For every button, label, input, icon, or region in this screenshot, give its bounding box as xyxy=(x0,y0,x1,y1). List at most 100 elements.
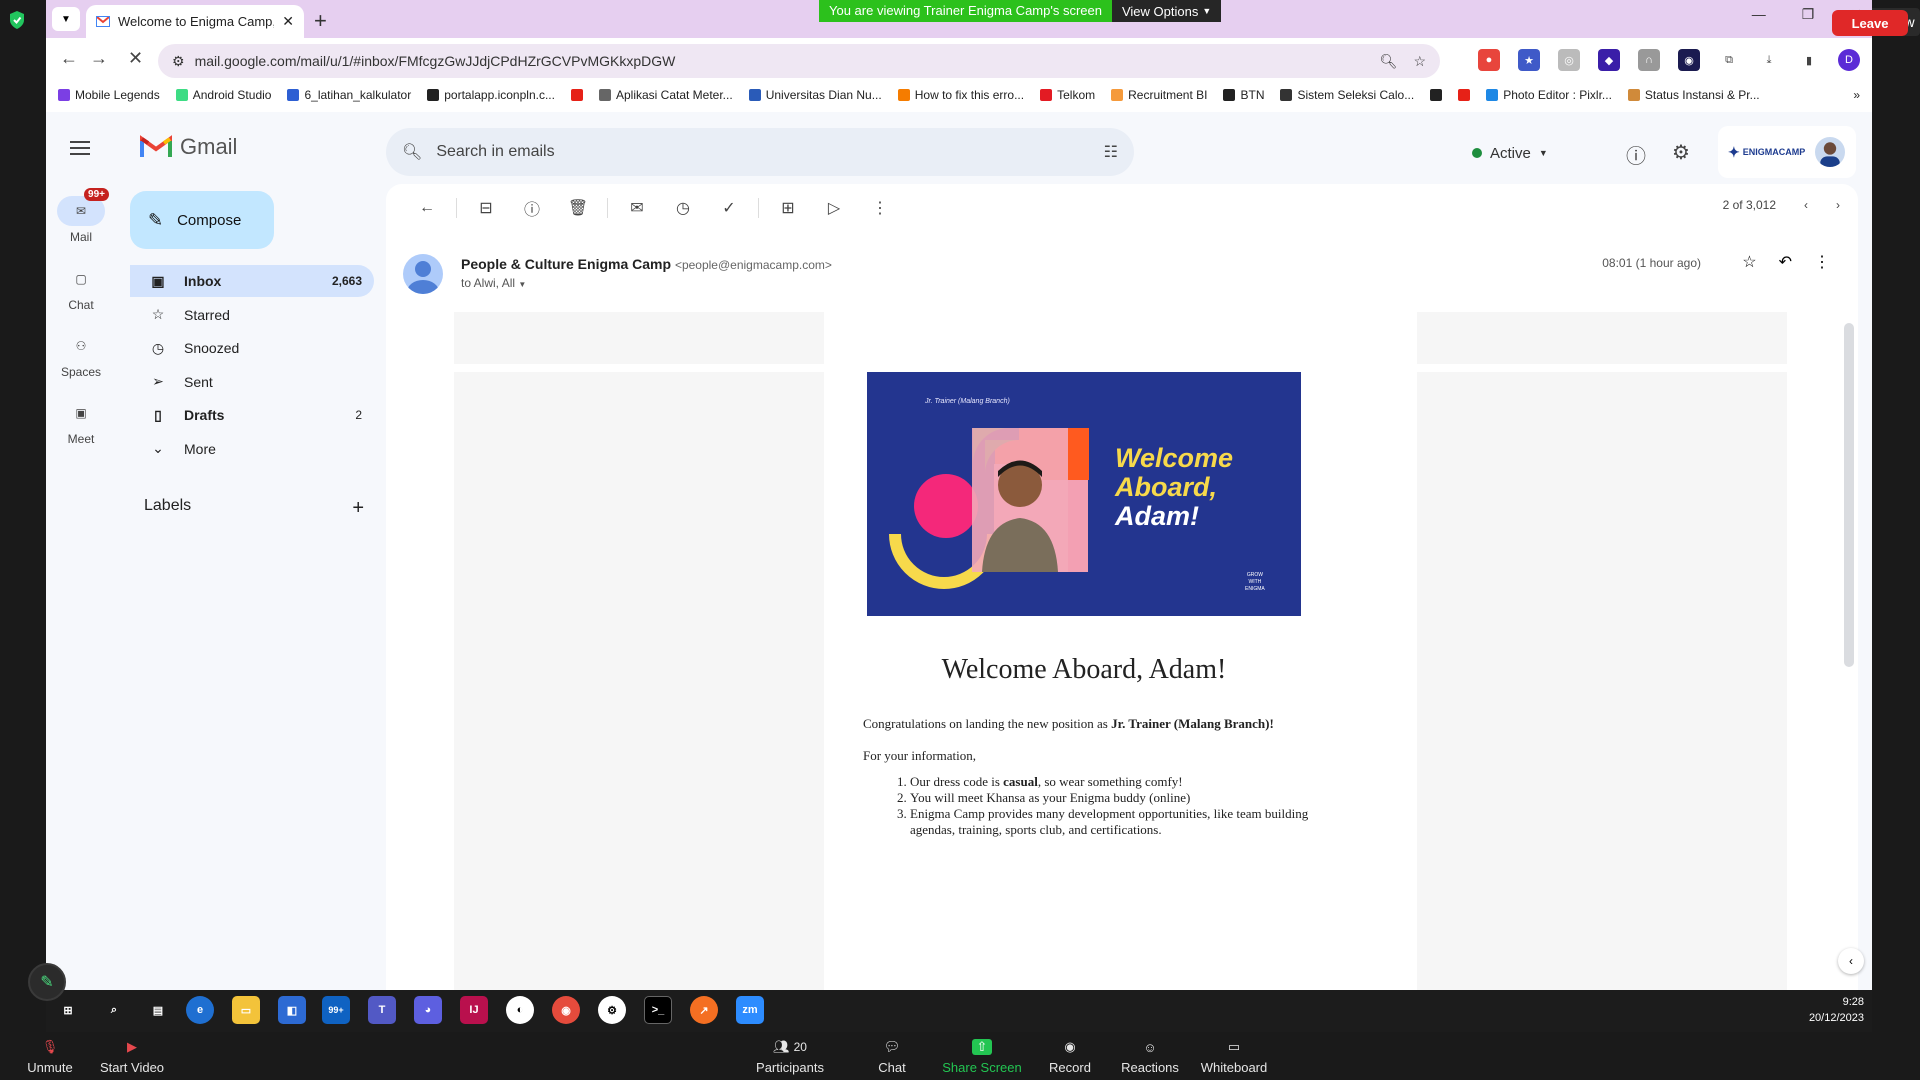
show-side-panel-button[interactable]: ‹ xyxy=(1838,948,1864,974)
add-label-icon[interactable]: + xyxy=(352,497,364,520)
restore-icon[interactable]: ❐ xyxy=(1802,6,1815,23)
bookmark-item[interactable]: Telkom xyxy=(1040,88,1095,102)
recipient-details-caret-icon[interactable]: ▼ xyxy=(518,280,526,289)
mark-unread-icon[interactable]: ✉ xyxy=(614,198,660,218)
gmail-logo[interactable]: Gmail xyxy=(140,134,237,160)
reactions-button[interactable]: ☺ Reactions xyxy=(1110,1034,1190,1076)
forward-arrow-icon[interactable]: → xyxy=(90,48,108,69)
bookmark-star-icon[interactable]: ☆ xyxy=(1413,53,1426,70)
zoom-app-icon[interactable]: zm xyxy=(736,996,764,1024)
teams-icon[interactable]: T xyxy=(368,996,396,1024)
share-screen-button[interactable]: ⇧ Share Screen xyxy=(942,1034,1022,1075)
extension-blue-icon[interactable]: ★ xyxy=(1518,49,1540,71)
tab-search-button[interactable]: ▼ xyxy=(52,7,80,31)
label-icon[interactable]: ▷ xyxy=(811,198,857,218)
bookmark-item[interactable]: Universitas Dian Nu... xyxy=(748,88,882,102)
bookmark-item[interactable]: portalapp.iconpln.c... xyxy=(427,88,555,102)
bookmark-item[interactable]: Aplikasi Catat Meter... xyxy=(598,88,733,102)
rail-meet[interactable]: ▣ Meet xyxy=(46,398,116,446)
snooze-icon[interactable]: ◷ xyxy=(660,198,706,218)
intellij-icon[interactable]: IJ xyxy=(460,996,488,1024)
chat-button[interactable]: 💬︎ Chat xyxy=(852,1034,932,1075)
unmute-button[interactable]: 🎙︎ Unmute xyxy=(10,1034,90,1075)
search-bar[interactable]: 🔍︎ Search in emails ☷ xyxy=(386,128,1134,176)
bookmark-item[interactable] xyxy=(570,89,583,101)
download-icon[interactable]: ⤓ xyxy=(1758,49,1780,71)
bookmark-item[interactable]: Android Studio xyxy=(175,88,271,102)
account-switcher[interactable]: ✦ ENIGMACAMP xyxy=(1718,126,1856,178)
avatar[interactable] xyxy=(1813,135,1848,169)
report-spam-icon[interactable]: ⓘ xyxy=(509,196,555,220)
address-bar[interactable]: ⚙ mail.google.com/mail/u/1/#inbox/FMfcgz… xyxy=(158,44,1440,78)
task-view-icon[interactable]: ▤ xyxy=(144,996,172,1024)
bookmark-item[interactable]: 6_latihan_kalkulator xyxy=(287,88,411,102)
minimize-icon[interactable]: — xyxy=(1752,6,1766,23)
steam-icon[interactable]: ⚙ xyxy=(598,996,626,1024)
nav-drafts[interactable]: ▯ Drafts 2 xyxy=(130,399,374,431)
annotate-pen-button[interactable]: ✎ xyxy=(28,963,66,1001)
main-menu-icon[interactable] xyxy=(70,140,90,156)
participants-button[interactable]: 👥︎ 20 Participants xyxy=(750,1034,830,1075)
help-icon[interactable]: ⓘ xyxy=(1626,140,1646,169)
leave-button[interactable]: Leave xyxy=(1832,10,1908,36)
sender-avatar[interactable] xyxy=(403,254,443,294)
add-to-tasks-icon[interactable]: ✓ xyxy=(706,198,752,218)
reply-icon[interactable]: ↶ xyxy=(1779,252,1792,272)
delete-icon[interactable]: 🗑︎ xyxy=(555,198,601,218)
stop-loading-icon[interactable]: ✕ xyxy=(128,48,143,69)
move-to-icon[interactable]: ⊞ xyxy=(765,198,811,218)
extensions-puzzle-icon[interactable]: ⧉ xyxy=(1718,49,1740,71)
bookmark-item[interactable]: Sistem Seleksi Calo... xyxy=(1280,88,1414,102)
rail-spaces[interactable]: ⚇ Spaces xyxy=(46,331,116,379)
status-selector[interactable]: Active ▼ xyxy=(1460,136,1560,170)
sender-name[interactable]: People & Culture Enigma Camp xyxy=(461,256,671,272)
star-icon[interactable]: ☆ xyxy=(1742,252,1756,272)
bookmark-item[interactable]: How to fix this erro... xyxy=(897,88,1024,102)
taskbar-search-icon[interactable]: ⌕ xyxy=(100,996,128,1024)
newer-chevron-icon[interactable]: ‹ xyxy=(1804,198,1808,212)
nav-snoozed[interactable]: ◷ Snoozed xyxy=(130,332,374,364)
older-chevron-icon[interactable]: › xyxy=(1836,198,1840,212)
bookmark-item[interactable]: BTN xyxy=(1223,88,1264,102)
mail-app-icon[interactable]: 99+ xyxy=(322,996,350,1024)
edge-icon[interactable]: e xyxy=(186,996,214,1024)
recipients[interactable]: to Alwi, All ▼ xyxy=(461,276,526,290)
compose-button[interactable]: ✎ Compose xyxy=(130,191,274,249)
bookmarks-overflow-icon[interactable]: » xyxy=(1853,88,1860,102)
chrome-icon[interactable]: ◉ xyxy=(552,996,580,1024)
more-options-icon[interactable]: ⋮ xyxy=(857,198,903,218)
nav-more[interactable]: ⌄ More xyxy=(130,433,374,465)
nav-starred[interactable]: ☆ Starred xyxy=(130,299,374,331)
github-desktop-icon[interactable]: ◐ xyxy=(506,996,534,1024)
browser-tab[interactable]: Welcome to Enigma Camp, Ad ✕ xyxy=(86,5,304,38)
back-to-inbox-icon[interactable]: ← xyxy=(404,199,450,217)
search-icon[interactable]: 🔍︎ xyxy=(402,142,422,162)
bookmark-item[interactable]: Mobile Legends xyxy=(58,88,160,102)
close-tab-icon[interactable]: ✕ xyxy=(282,13,294,30)
profile-icon[interactable]: D xyxy=(1838,49,1860,71)
extension-red-icon[interactable]: ● xyxy=(1478,49,1500,71)
windows-start-icon[interactable]: ⊞ xyxy=(54,996,82,1024)
extension-purple-icon[interactable]: ◆ xyxy=(1598,49,1620,71)
zoom-magnifier-icon[interactable]: 🔍︎ xyxy=(1380,53,1398,70)
back-arrow-icon[interactable]: ← xyxy=(60,48,78,69)
discord-icon[interactable]: ◕ xyxy=(414,996,442,1024)
bookmark-item[interactable]: Status Instansi & Pr... xyxy=(1627,88,1760,102)
postman-icon[interactable]: ↗ xyxy=(690,996,718,1024)
side-panel-icon[interactable]: ▮ xyxy=(1798,49,1820,71)
file-explorer-icon[interactable]: ▭ xyxy=(232,996,260,1024)
extension-grey-icon[interactable]: ◎ xyxy=(1558,49,1580,71)
search-input[interactable]: Search in emails xyxy=(436,143,1089,161)
bookmark-item[interactable]: Recruitment BI xyxy=(1111,88,1207,102)
whiteboard-button[interactable]: ▭ Whiteboard xyxy=(1194,1034,1274,1075)
extension-dark-icon[interactable]: ◉ xyxy=(1678,49,1700,71)
start-video-button[interactable]: ▶ Start Video xyxy=(92,1034,172,1075)
rail-chat[interactable]: ▢ Chat xyxy=(46,264,116,312)
rail-mail[interactable]: ✉ 99+ Mail xyxy=(46,188,116,244)
more-icon[interactable]: ⋮ xyxy=(1814,252,1830,272)
settings-gear-icon[interactable]: ⚙ xyxy=(1672,140,1690,165)
view-options-button[interactable]: View Options ▼ xyxy=(1111,0,1222,22)
nav-sent[interactable]: ➢ Sent xyxy=(130,366,374,398)
bookmark-item[interactable] xyxy=(1430,89,1443,101)
terminal-icon[interactable]: >_ xyxy=(644,996,672,1024)
